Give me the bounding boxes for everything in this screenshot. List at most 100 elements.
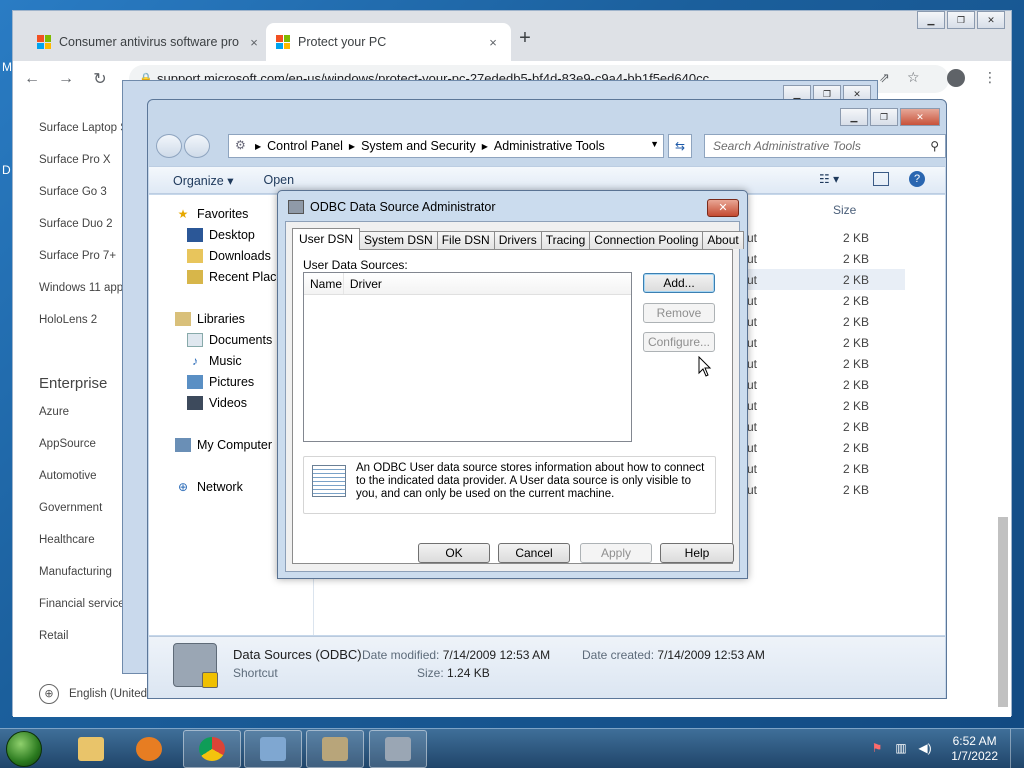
remove-button[interactable]: Remove [643,303,715,323]
sidebar-link[interactable]: Manufacturing [39,566,112,578]
nav-recent-places[interactable]: Recent Places [187,270,290,284]
file-type-cell: ut [747,357,758,371]
restore-button[interactable]: ❐ [870,108,898,126]
add-button[interactable]: Add... [643,273,715,293]
sidebar-link[interactable]: HoloLens 2 [39,314,97,326]
tab-connection-pooling[interactable]: Connection Pooling [589,231,704,249]
language-selector[interactable]: English (United S [69,688,158,700]
cancel-button[interactable]: Cancel [498,543,570,563]
nav-downloads[interactable]: Downloads [187,249,271,263]
odbc-shortcut-icon [173,643,218,688]
breadcrumb[interactable]: ⚙ ▶ Control Panel ▶ System and Security … [228,134,664,158]
minimize-button[interactable]: ▁ [840,108,868,126]
menu-kebab-icon[interactable]: ⋮ [983,69,997,86]
start-button[interactable] [6,731,42,767]
open-button[interactable]: Open [263,173,294,187]
nav-videos[interactable]: Videos [187,396,247,410]
sidebar-link[interactable]: Windows 11 apps [39,282,129,294]
breadcrumb-separator-icon[interactable]: ▶ [482,142,488,151]
nav-my-computer[interactable]: My Computer [175,438,272,452]
tab-drivers[interactable]: Drivers [493,231,542,249]
breadcrumb-item[interactable]: System and Security [361,139,476,153]
taskbar-admin-tools-button[interactable] [306,730,364,768]
sidebar-link[interactable]: Surface Pro X [39,154,111,166]
forward-button[interactable] [184,134,210,158]
sidebar-link[interactable]: Surface Go 3 [39,186,107,198]
taskbar-media-player-button[interactable] [120,730,178,768]
sidebar-link[interactable]: Government [39,502,102,514]
close-button[interactable]: ✕ [900,108,940,126]
tab-user-dsn[interactable]: User DSN [292,228,361,250]
configure-button[interactable]: Configure... [643,332,715,352]
column-header-size[interactable]: Size [833,203,856,217]
dialog-title-bar[interactable]: ODBC Data Source Administrator [288,200,496,214]
ok-button[interactable]: OK [418,543,490,563]
tab-close-icon[interactable]: × [485,35,501,50]
breadcrumb-separator-icon[interactable]: ▶ [349,142,355,151]
bookmark-star-icon[interactable]: ☆ [907,69,920,86]
breadcrumb-separator-icon[interactable]: ▶ [255,142,261,151]
close-button[interactable]: ✕ [977,11,1005,29]
nav-music[interactable]: ♪ Music [187,354,242,368]
minimize-button[interactable]: ▁ [917,11,945,29]
search-icon[interactable]: ⚲ [930,135,939,157]
help-button[interactable]: Help [660,543,734,563]
share-icon[interactable]: ⇗ [879,70,890,86]
sidebar-link[interactable]: Retail [39,630,68,642]
profile-avatar-icon[interactable] [947,69,965,87]
organize-button[interactable]: Organize ▾ [173,173,233,188]
nav-favorites[interactable]: ★ Favorites [175,207,249,221]
tab-tracing[interactable]: Tracing [540,231,591,249]
tab-about[interactable]: About [702,231,744,249]
nav-network[interactable]: ⊕ Network [175,480,243,494]
restore-button[interactable]: ❐ [947,11,975,29]
nav-pictures[interactable]: Pictures [187,375,254,389]
nav-libraries[interactable]: Libraries [175,312,245,326]
sidebar-link[interactable]: Financial services [39,598,130,610]
apply-button[interactable]: Apply [580,543,652,563]
help-icon[interactable]: ? [909,171,925,187]
sidebar-link[interactable]: Healthcare [39,534,95,546]
back-button[interactable] [156,134,182,158]
sidebar-link[interactable]: Surface Pro 7+ [39,250,116,262]
user-data-sources-list[interactable]: Name Driver [303,272,632,442]
data-source-info-icon [312,465,346,497]
browser-tab-antivirus[interactable]: Consumer antivirus software pro × [27,23,272,61]
network-icon[interactable]: ▥ [892,741,910,757]
column-header-driver[interactable]: Driver [344,273,631,294]
sidebar-link[interactable]: Azure [39,406,69,418]
browser-tab-protect-your-pc[interactable]: Protect your PC × [266,23,511,61]
scrollbar-thumb[interactable] [998,517,1008,707]
action-center-icon[interactable]: ⚑ [868,741,886,757]
breadcrumb-item[interactable]: Control Panel [267,139,343,153]
taskbar-control-panel-button[interactable] [244,730,302,768]
column-header-name[interactable]: Name [304,273,344,294]
view-options-icon[interactable]: ☷ ▾ [819,172,839,186]
sidebar-link[interactable]: Automotive [39,470,97,482]
search-input[interactable]: Search Administrative Tools ⚲ [704,134,946,158]
reload-icon[interactable]: ↻ [85,69,115,89]
tab-system-dsn[interactable]: System DSN [359,231,438,249]
taskbar-odbc-button[interactable] [369,730,427,768]
taskbar-chrome-button[interactable] [183,730,241,768]
sidebar-link[interactable]: Surface Laptop St [39,122,131,134]
close-button[interactable]: ✕ [707,199,739,217]
forward-arrow-icon[interactable]: → [51,70,81,88]
preview-pane-icon[interactable] [873,172,889,186]
breadcrumb-item[interactable]: Administrative Tools [494,139,605,153]
tab-close-icon[interactable]: × [246,35,262,50]
back-arrow-icon[interactable]: ← [17,70,47,88]
chevron-down-icon[interactable]: ▼ [650,139,659,149]
tab-file-dsn[interactable]: File DSN [436,231,495,249]
clock[interactable]: 6:52 AM 1/7/2022 [951,734,998,764]
file-type-cell: ut [747,294,758,308]
sidebar-link[interactable]: Surface Duo 2 [39,218,113,230]
sidebar-link[interactable]: AppSource [39,438,96,450]
taskbar-explorer-button[interactable] [62,730,120,768]
nav-documents[interactable]: Documents [187,333,272,347]
volume-icon[interactable]: ◀) [916,741,934,757]
new-tab-button[interactable]: + [513,27,537,50]
refresh-button[interactable]: ⇆ [668,134,692,158]
show-desktop-button[interactable] [1010,729,1024,768]
nav-desktop[interactable]: Desktop [187,228,255,242]
